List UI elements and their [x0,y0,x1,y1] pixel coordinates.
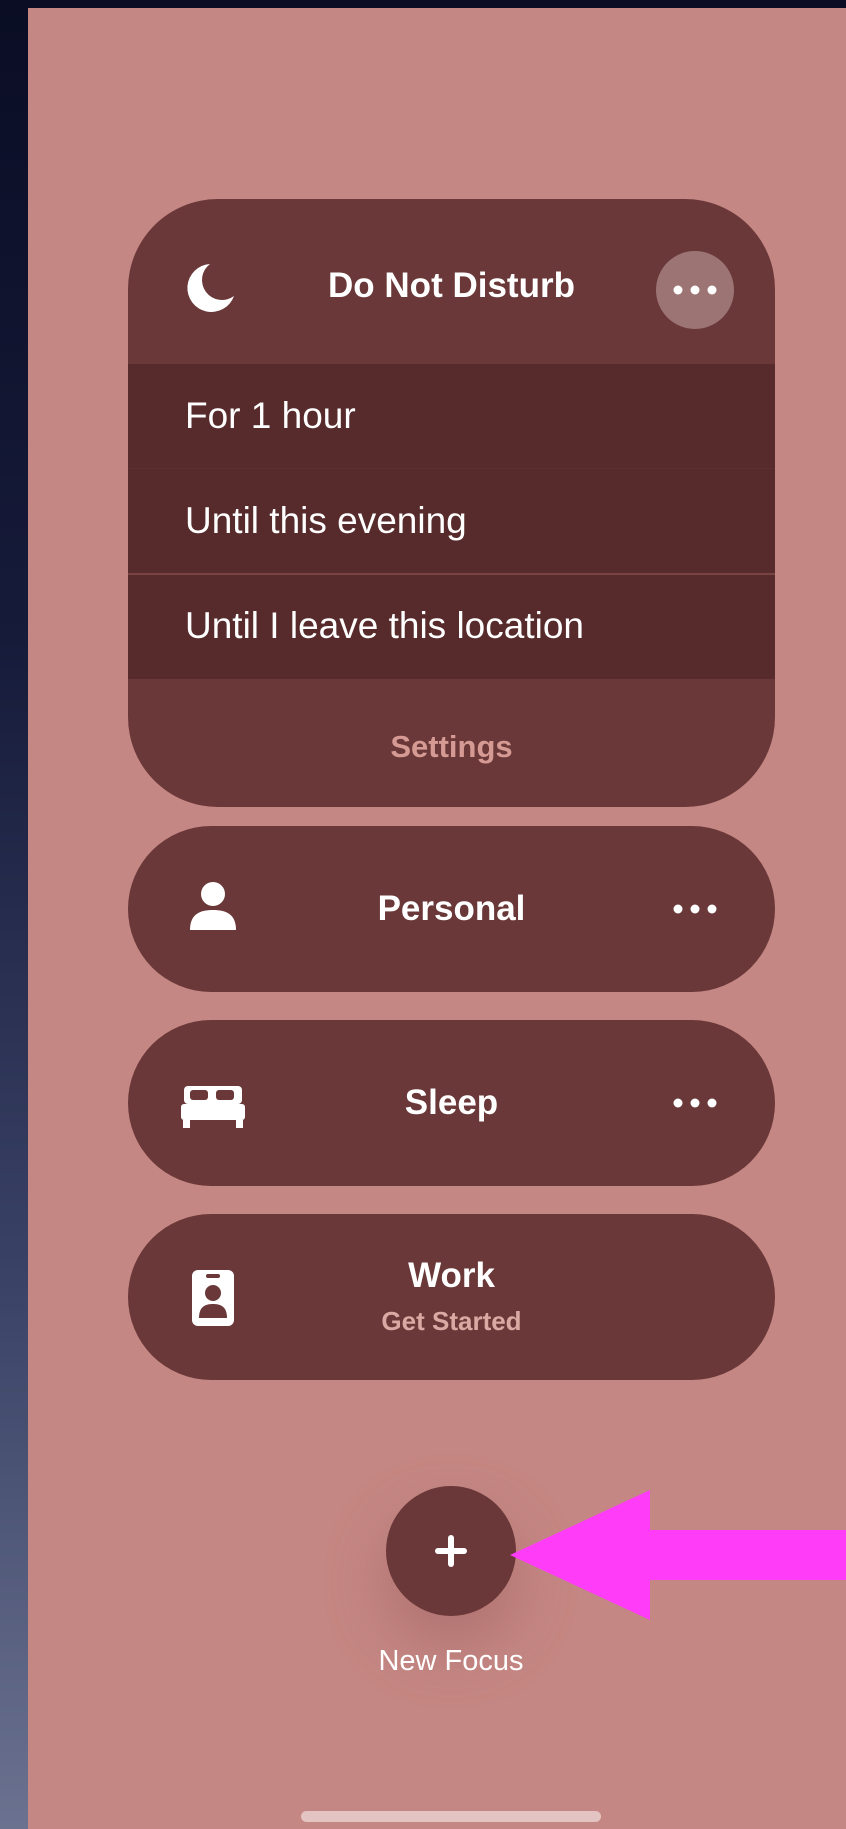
option-for-1-hour[interactable]: For 1 hour [128,364,775,468]
new-focus-label: New Focus [378,1645,524,1677]
option-until-evening[interactable]: Until this evening [128,469,775,573]
ellipsis-icon [673,904,717,914]
plus-icon [435,1535,467,1567]
dnd-header[interactable]: Do Not Disturb [128,199,775,364]
home-indicator[interactable] [301,1811,601,1822]
ellipsis-icon [673,285,717,295]
focus-personal[interactable]: Personal [128,826,775,992]
ellipsis-icon [673,1098,717,1108]
dnd-options-list: For 1 hour Until this evening Until I le… [128,364,775,679]
focus-sleep[interactable]: Sleep [128,1020,775,1186]
personal-more-button[interactable] [656,870,734,948]
arrow-left-icon [510,1490,846,1620]
focus-work-subtitle: Get Started [381,1306,522,1336]
focus-work[interactable]: Work Get Started [128,1214,775,1380]
dnd-more-button[interactable] [656,251,734,329]
dnd-settings-button[interactable]: Settings [128,729,775,765]
new-focus-button[interactable] [386,1486,516,1616]
sleep-more-button[interactable] [656,1064,734,1142]
dnd-card: Do Not Disturb For 1 hour Until this eve… [128,199,775,807]
focus-work-label: Work [408,1256,495,1295]
option-until-leave-location[interactable]: Until I leave this location [128,574,775,678]
